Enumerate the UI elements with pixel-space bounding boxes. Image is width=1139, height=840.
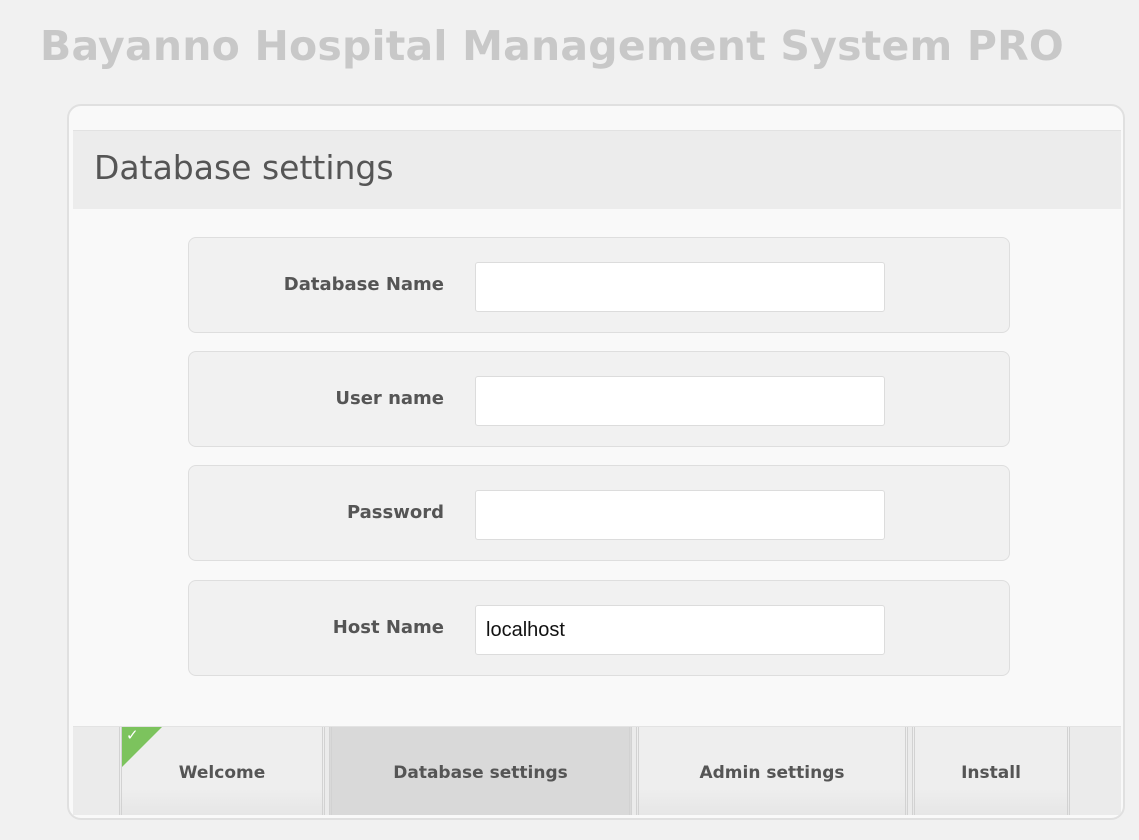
host-name-input[interactable] xyxy=(475,605,885,655)
checkmark-icon: ✓ xyxy=(126,726,139,744)
tab-welcome-label: Welcome xyxy=(178,763,266,783)
database-name-label: Database Name xyxy=(283,274,444,295)
database-name-row: Database Name xyxy=(188,237,1010,333)
tab-database-settings[interactable]: Database settings xyxy=(329,727,632,815)
user-name-row: User name xyxy=(188,351,1010,447)
password-label: Password xyxy=(346,502,444,523)
tab-install-label: Install xyxy=(961,763,1021,783)
tab-install[interactable]: Install xyxy=(912,727,1070,815)
page-title: Database settings xyxy=(94,148,394,187)
user-name-label: User name xyxy=(335,388,444,409)
user-name-input[interactable] xyxy=(475,376,885,426)
wizard-steps: ✓ Welcome Database settings Admin settin… xyxy=(73,726,1121,815)
database-name-input[interactable] xyxy=(475,262,885,312)
password-input[interactable] xyxy=(475,490,885,540)
host-name-row: Host Name xyxy=(188,580,1010,676)
tab-admin-settings-label: Admin settings xyxy=(699,763,845,783)
tab-welcome[interactable]: ✓ Welcome xyxy=(119,726,325,815)
tab-database-settings-label: Database settings xyxy=(393,763,568,783)
password-row: Password xyxy=(188,465,1010,561)
app-title: Bayanno Hospital Management System PRO xyxy=(40,22,1064,70)
panel-header: Database settings xyxy=(73,130,1121,209)
tab-admin-settings[interactable]: Admin settings xyxy=(636,727,908,815)
host-name-label: Host Name xyxy=(332,617,444,638)
installer-panel: Database settings Database Name User nam… xyxy=(67,104,1125,820)
